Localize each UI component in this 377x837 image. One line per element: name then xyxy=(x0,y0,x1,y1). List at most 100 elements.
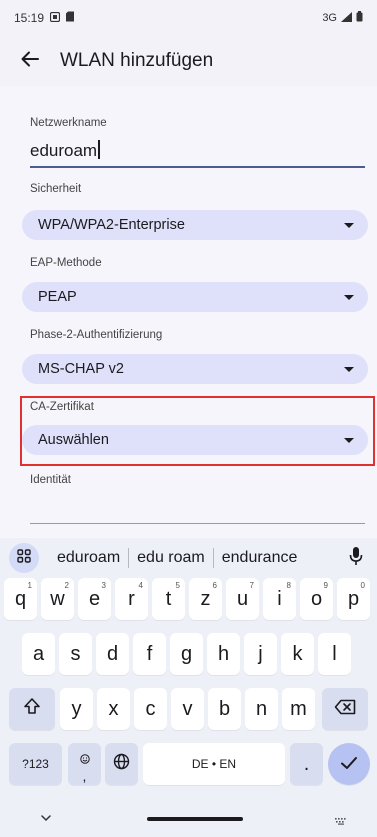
key-label: e xyxy=(88,587,101,610)
network-name-input[interactable]: eduroam xyxy=(30,138,365,168)
suggestion-item[interactable]: eduroam xyxy=(49,549,128,567)
status-bar: 15:19 3G xyxy=(0,0,377,36)
key-hint: 0 xyxy=(360,581,365,590)
key-p[interactable]: p0 xyxy=(337,578,370,620)
key-q[interactable]: q1 xyxy=(4,578,37,620)
voice-input-button[interactable] xyxy=(345,543,367,573)
key-e[interactable]: e3 xyxy=(78,578,111,620)
key-f[interactable]: f xyxy=(133,633,166,675)
key-y[interactable]: y xyxy=(60,688,93,730)
key-r[interactable]: r4 xyxy=(115,578,148,620)
keyboard-apps-button[interactable] xyxy=(9,543,39,573)
key-d[interactable]: d xyxy=(96,633,129,675)
key-s[interactable]: s xyxy=(59,633,92,675)
globe-icon xyxy=(113,753,130,776)
period-key[interactable]: . xyxy=(290,743,323,785)
home-gesture-handle[interactable] xyxy=(147,817,243,821)
shift-key[interactable] xyxy=(9,688,55,730)
symbols-key[interactable]: ?123 xyxy=(9,743,62,785)
key-u[interactable]: u7 xyxy=(226,578,259,620)
backspace-icon xyxy=(334,698,356,721)
key-hint: 8 xyxy=(286,581,291,590)
dropdown-arrow-icon xyxy=(344,366,354,372)
security-label: Sicherheit xyxy=(30,183,82,195)
key-h[interactable]: h xyxy=(207,633,240,675)
checkmark-icon xyxy=(340,753,358,776)
key-hint: 3 xyxy=(101,581,106,590)
key-hint: 9 xyxy=(323,581,328,590)
key-i[interactable]: i8 xyxy=(263,578,296,620)
space-key[interactable]: DE • EN xyxy=(143,743,285,785)
key-hint: 2 xyxy=(64,581,69,590)
wifi-form: Netzwerkname eduroam Sicherheit WPA/WPA2… xyxy=(0,86,377,538)
network-name-label: Netzwerkname xyxy=(30,117,107,129)
network-type: 3G xyxy=(322,12,337,24)
notification-icon xyxy=(49,11,61,25)
key-label: t xyxy=(165,587,172,610)
identity-input[interactable] xyxy=(30,494,365,524)
phase2-value: MS-CHAP v2 xyxy=(38,361,124,377)
identity-label: Identität xyxy=(30,474,71,486)
key-label: r xyxy=(128,587,135,610)
key-j[interactable]: j xyxy=(244,633,277,675)
dropdown-arrow-icon xyxy=(344,222,354,228)
key-label: z xyxy=(200,587,211,610)
battery-icon xyxy=(356,11,363,25)
key-label: i xyxy=(277,587,282,610)
shift-icon xyxy=(23,697,41,721)
key-m[interactable]: m xyxy=(282,688,315,730)
keyboard-switch-icon[interactable] xyxy=(334,812,348,830)
language-key[interactable] xyxy=(105,743,138,785)
comma-label: , xyxy=(82,767,87,784)
dropdown-arrow-icon xyxy=(344,294,354,300)
key-b[interactable]: b xyxy=(208,688,241,730)
phase2-label: Phase-2-Authentifizierung xyxy=(30,329,163,341)
key-hint: 4 xyxy=(138,581,143,590)
suggestion-bar: eduroam edu roam endurance xyxy=(0,538,377,578)
key-hint: 5 xyxy=(175,581,180,590)
suggestion-item[interactable]: edu roam xyxy=(129,549,213,567)
back-button[interactable] xyxy=(14,45,46,77)
phase2-dropdown[interactable]: MS-CHAP v2 xyxy=(22,354,368,384)
key-c[interactable]: c xyxy=(134,688,167,730)
key-label: o xyxy=(310,587,323,610)
key-label: p xyxy=(347,587,360,610)
key-o[interactable]: o9 xyxy=(300,578,333,620)
key-label: w xyxy=(50,587,65,610)
key-k[interactable]: k xyxy=(281,633,314,675)
key-v[interactable]: v xyxy=(171,688,204,730)
key-x[interactable]: x xyxy=(97,688,130,730)
key-l[interactable]: l xyxy=(318,633,351,675)
key-label: q xyxy=(14,587,27,610)
eap-method-label: EAP-Methode xyxy=(30,257,102,269)
status-time: 15:19 xyxy=(14,11,45,25)
eap-method-dropdown[interactable]: PEAP xyxy=(22,282,368,312)
on-screen-keyboard: q1w2e3r4t5z6u7i8o9p0 asdfghjkl yxcvbnm ?… xyxy=(0,578,377,837)
key-w[interactable]: w2 xyxy=(41,578,74,620)
key-n[interactable]: n xyxy=(245,688,278,730)
enter-key[interactable] xyxy=(328,743,370,785)
key-z[interactable]: z6 xyxy=(189,578,222,620)
microphone-icon xyxy=(349,546,363,571)
eap-method-value: PEAP xyxy=(38,289,77,305)
network-name-value: eduroam xyxy=(30,141,98,160)
sd-card-icon xyxy=(65,11,75,25)
key-g[interactable]: g xyxy=(170,633,203,675)
ca-cert-highlight xyxy=(20,396,375,466)
suggestion-item[interactable]: endurance xyxy=(214,549,306,567)
text-cursor xyxy=(98,140,101,159)
key-a[interactable]: a xyxy=(22,633,55,675)
page-title: WLAN hinzufügen xyxy=(60,50,214,71)
security-value: WPA/WPA2-Enterprise xyxy=(38,217,185,233)
key-t[interactable]: t5 xyxy=(152,578,185,620)
status-right: 3G xyxy=(322,11,363,25)
emoji-icon xyxy=(79,747,90,770)
hide-keyboard-chevron-icon[interactable] xyxy=(40,810,52,828)
emoji-comma-key[interactable]: , xyxy=(68,743,101,785)
grid-icon xyxy=(17,548,31,568)
arrow-left-icon xyxy=(21,51,39,72)
key-hint: 1 xyxy=(27,581,32,590)
backspace-key[interactable] xyxy=(322,688,368,730)
security-dropdown[interactable]: WPA/WPA2-Enterprise xyxy=(22,210,368,240)
key-hint: 7 xyxy=(249,581,254,590)
